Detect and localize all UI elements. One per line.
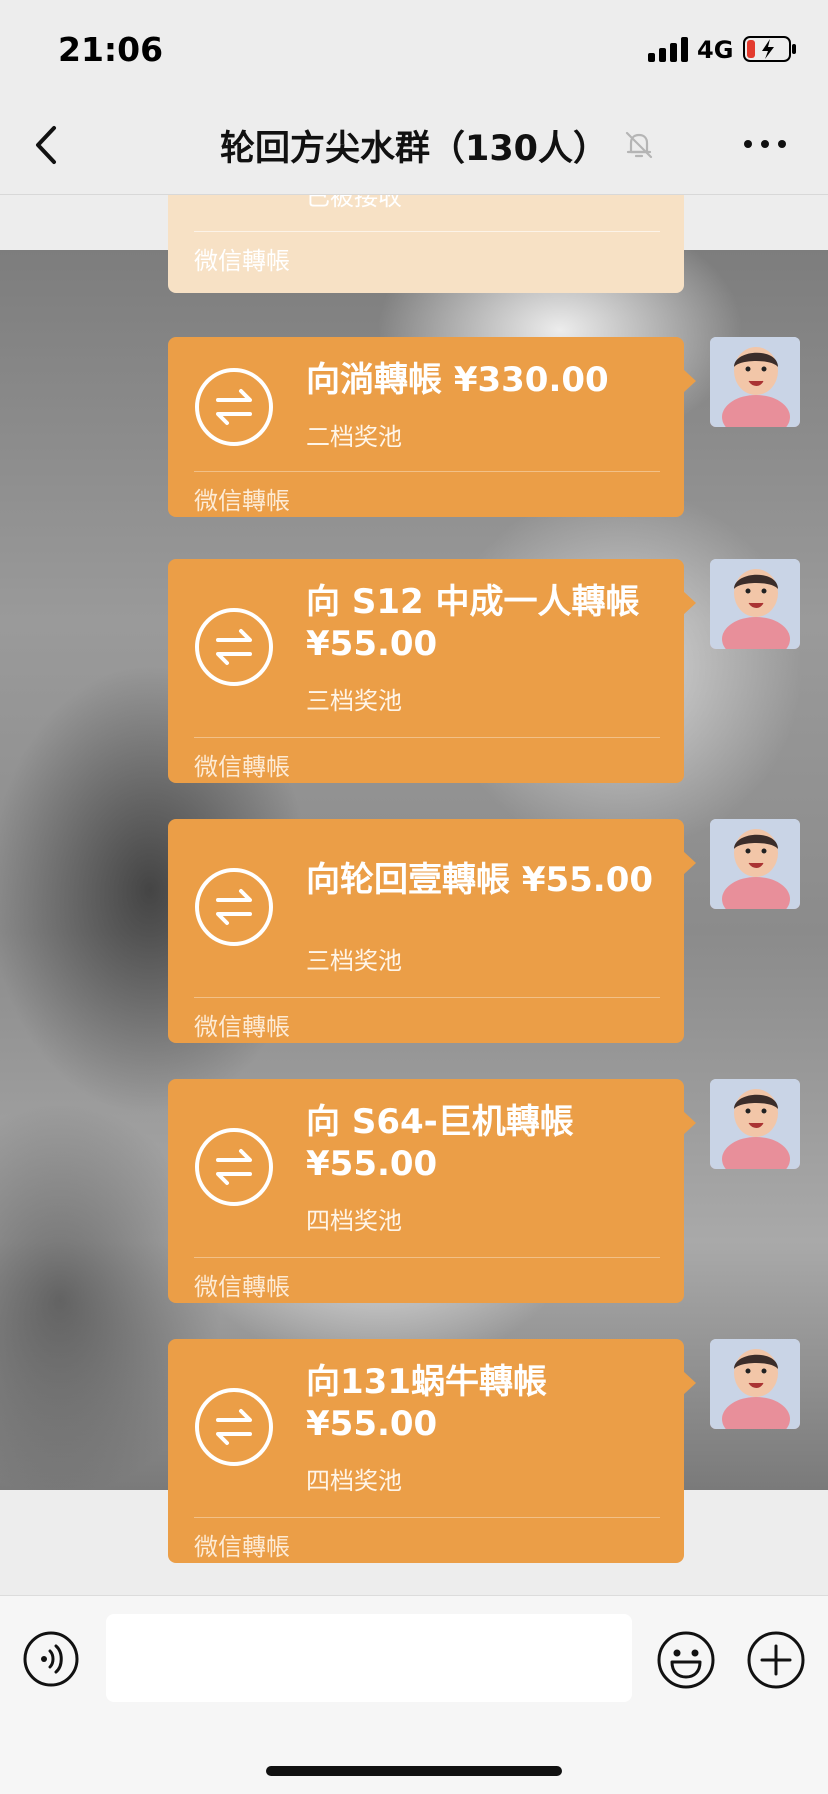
- home-indicator: [266, 1766, 562, 1776]
- transfer-note: 三档奖池: [306, 947, 402, 975]
- bubble-tail: [683, 1111, 696, 1135]
- transfer-card[interactable]: 向轮回壹轉帳 ¥55.00 三档奖池 微信轉帳: [168, 819, 696, 1043]
- transfer-card[interactable]: 向131蜗牛轉帳 ¥55.00 四档奖池 微信轉帳: [168, 1339, 696, 1563]
- input-bar: [0, 1595, 828, 1794]
- transfer-icon: [195, 608, 273, 686]
- transfer-note: 三档奖池: [306, 687, 402, 715]
- network-type: 4G: [697, 36, 734, 64]
- divider: [194, 737, 660, 738]
- transfer-icon: [195, 868, 273, 946]
- avatar[interactable]: [710, 819, 800, 909]
- battery-icon: [743, 36, 796, 62]
- transfer-footer: 微信轉帳: [194, 1273, 290, 1301]
- nav-bar: 轮回方尖水群（130人）: [0, 96, 828, 195]
- status-bar: 21:06 4G: [0, 0, 828, 96]
- transfer-note: 四档奖池: [306, 1467, 402, 1495]
- transfer-icon: [195, 1388, 273, 1466]
- transfer-footer: 微信轉帳: [194, 1533, 290, 1561]
- avatar-image: [710, 337, 800, 427]
- transfer-icon: [202, 195, 272, 205]
- transfer-title: 向轮回壹轉帳 ¥55.00: [306, 860, 654, 900]
- emoji-icon[interactable]: [656, 1630, 716, 1690]
- transfer-note: 四档奖池: [306, 1207, 402, 1235]
- avatar-image: [710, 1079, 800, 1169]
- voice-icon[interactable]: [22, 1630, 80, 1688]
- bell-muted-icon: [625, 131, 653, 159]
- transfer-title: 向131蜗牛轉帳 ¥55.00: [306, 1362, 547, 1444]
- avatar[interactable]: [710, 1079, 800, 1169]
- transfer-card[interactable]: 向 S64-巨机轉帳 ¥55.00 四档奖池 微信轉帳: [168, 1079, 696, 1303]
- avatar[interactable]: [710, 559, 800, 649]
- divider: [194, 997, 660, 998]
- transfer-icon: [195, 368, 273, 446]
- transfer-card-received[interactable]: 已被接收 微信轉帳: [168, 195, 684, 293]
- transfer-title: 向 S64-巨机轉帳 ¥55.00: [306, 1102, 574, 1184]
- divider: [194, 1257, 660, 1258]
- chat-area[interactable]: 已被接收 微信轉帳 向淌轉帳 ¥330.00 二档奖池 微信轉帳 向 S12 中…: [0, 195, 828, 1595]
- message-input[interactable]: [106, 1614, 632, 1702]
- divider: [194, 471, 660, 472]
- bubble-tail: [683, 369, 696, 393]
- divider: [194, 1517, 660, 1518]
- transfer-card[interactable]: 向淌轉帳 ¥330.00 二档奖池 微信轉帳: [168, 337, 696, 517]
- plus-icon[interactable]: [746, 1630, 806, 1690]
- chat-title: 轮回方尖水群（130人）: [219, 129, 609, 169]
- bubble-tail: [683, 851, 696, 875]
- avatar-image: [710, 819, 800, 909]
- avatar-image: [710, 559, 800, 649]
- transfer-status: 已被接收: [306, 195, 402, 211]
- transfer-footer: 微信轉帳: [194, 1013, 290, 1041]
- transfer-footer: 微信轉帳: [194, 247, 290, 275]
- avatar-image: [710, 1339, 800, 1429]
- signal-icon: [648, 36, 690, 62]
- avatar[interactable]: [710, 1339, 800, 1429]
- bubble-tail: [683, 1371, 696, 1395]
- status-time: 21:06: [58, 30, 164, 69]
- bubble-tail: [683, 591, 696, 615]
- transfer-icon: [195, 1128, 273, 1206]
- transfer-card[interactable]: 向 S12 中成一人轉帳 ¥55.00 三档奖池 微信轉帳: [168, 559, 696, 783]
- avatar[interactable]: [710, 337, 800, 427]
- transfer-footer: 微信轉帳: [194, 487, 290, 515]
- transfer-footer: 微信轉帳: [194, 753, 290, 781]
- transfer-title: 向淌轉帳 ¥330.00: [306, 360, 609, 400]
- divider: [194, 231, 660, 232]
- more-icon[interactable]: [740, 126, 790, 162]
- transfer-note: 二档奖池: [306, 423, 402, 451]
- transfer-title: 向 S12 中成一人轉帳 ¥55.00: [306, 582, 640, 664]
